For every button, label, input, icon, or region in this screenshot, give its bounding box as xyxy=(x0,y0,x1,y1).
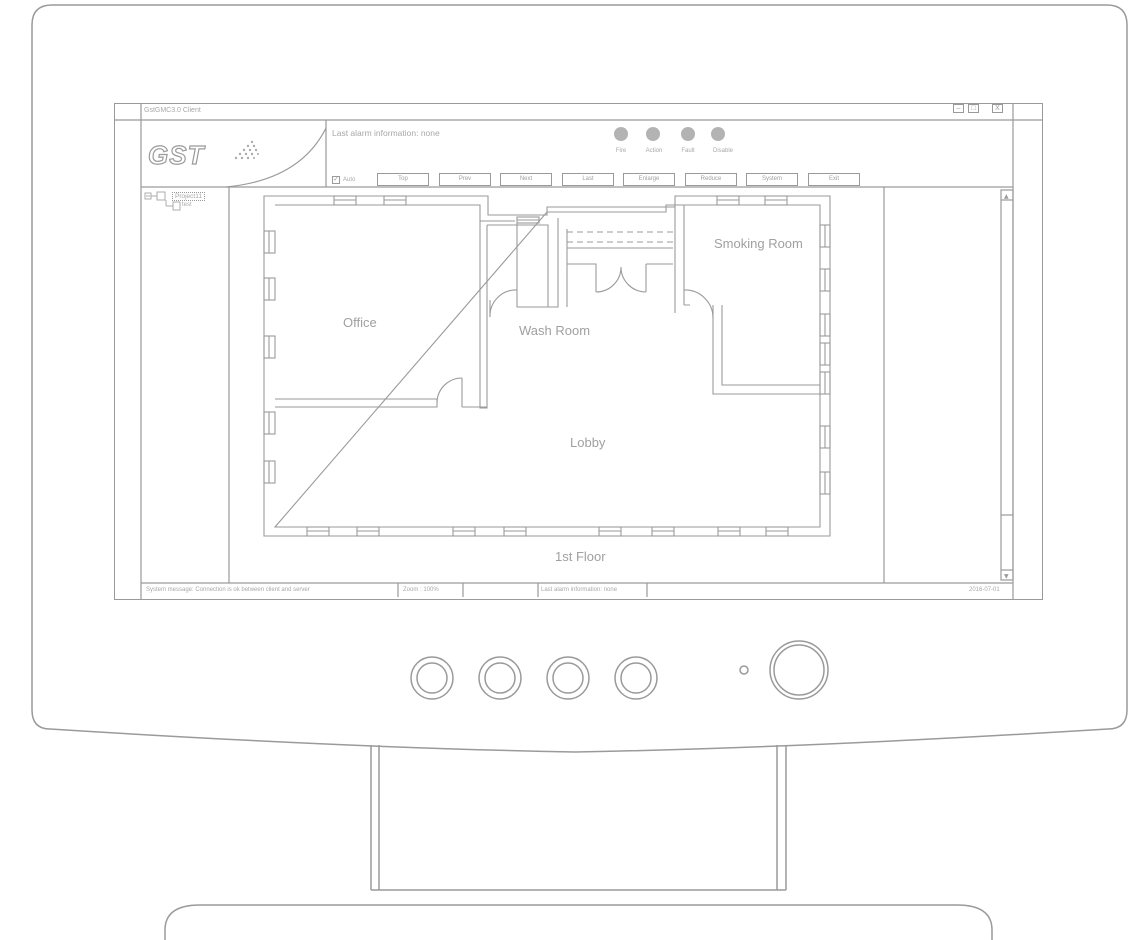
office-door-icon xyxy=(436,377,463,404)
status-zoom: Zoom : 100% xyxy=(403,587,439,593)
washroom-wall xyxy=(487,218,559,308)
room-label-washroom: Wash Room xyxy=(519,323,591,338)
status-system-message: System message: Connection is ok between… xyxy=(146,587,310,593)
office-wall xyxy=(275,398,438,408)
double-door-icon xyxy=(595,266,647,293)
room-label-office: Office xyxy=(343,315,377,330)
smoking-door-icon xyxy=(683,289,714,319)
room-label-smoking: Smoking Room xyxy=(714,236,803,251)
status-date: 2016-07-01 xyxy=(969,587,1000,593)
room-label-lobby: Lobby xyxy=(570,435,606,450)
floor-label: 1st Floor xyxy=(555,549,606,564)
floor-plan xyxy=(263,195,831,537)
smoking-room-wall xyxy=(674,205,820,395)
status-last-alarm: Last alarm information: none xyxy=(541,587,618,593)
washroom-door-icon xyxy=(489,289,518,318)
